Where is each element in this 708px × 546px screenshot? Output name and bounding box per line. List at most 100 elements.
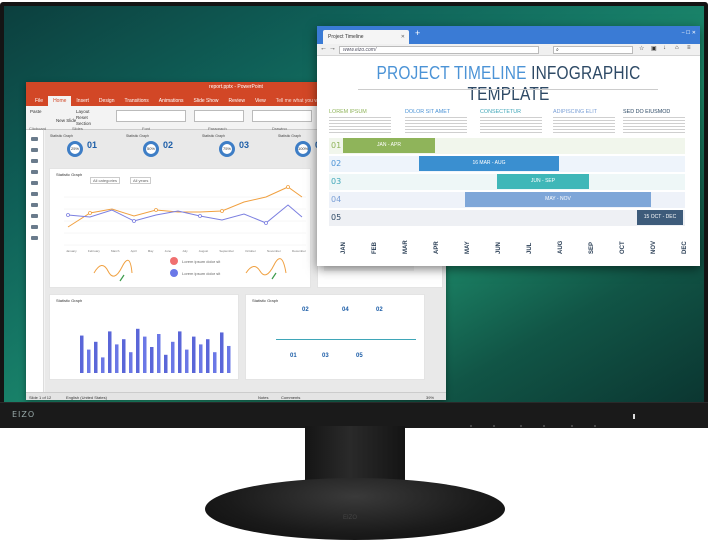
download-icon[interactable]: ↓ [663, 45, 666, 51]
ppt-tab-review[interactable]: Review [224, 96, 250, 106]
monitor-button[interactable] [520, 425, 523, 427]
power-led-icon[interactable] [633, 414, 635, 419]
bar-mark [178, 331, 182, 373]
back-arrow-icon[interactable]: ← [320, 45, 327, 52]
ppt-tab-home[interactable]: Home [48, 96, 72, 106]
ppt-tab-animations[interactable]: Animations [154, 96, 189, 106]
clipboard-icon[interactable]: ▣ [651, 45, 657, 52]
browser-window[interactable]: Project Timeline ✕ + – ☐ ✕ ← → www.eizo.… [317, 26, 700, 266]
month-label: FEB [372, 242, 378, 254]
ppt-tab-insert[interactable]: Insert [71, 96, 94, 106]
star-icon[interactable]: ☆ [639, 45, 644, 52]
bar-mark [150, 347, 154, 373]
column-heading: LOREM IPSUM [329, 109, 367, 115]
placeholder-text [623, 117, 685, 133]
monitor-button[interactable] [570, 425, 573, 427]
layout-button[interactable]: Layout [76, 109, 90, 114]
comments-button[interactable]: Comments [281, 395, 300, 400]
paste-button[interactable]: Paste [30, 109, 42, 114]
kpi-card: Statistic Graph 50% 02 [125, 132, 197, 162]
bar-chart-svg [80, 328, 231, 373]
placeholder-text [405, 117, 467, 133]
tick-label: January [66, 249, 77, 253]
bar-mark [199, 344, 203, 373]
tool-icon[interactable] [31, 236, 38, 240]
month-label: JUL [527, 242, 533, 254]
tool-icon[interactable] [31, 192, 38, 196]
monitor-button[interactable] [470, 425, 472, 427]
row-number: 02 [331, 159, 342, 168]
close-tab-icon[interactable]: ✕ [401, 34, 405, 40]
column-heading: ADIPISCING ELIT [553, 109, 598, 115]
tool-icon[interactable] [31, 214, 38, 218]
tick-label: October [245, 249, 256, 253]
bar-mark [129, 352, 133, 373]
shapes-gallery[interactable] [252, 110, 312, 122]
tool-icon[interactable] [31, 170, 38, 174]
tick-label: March [111, 249, 120, 253]
row-number: 05 [331, 213, 342, 222]
monitor-button[interactable] [543, 425, 546, 427]
page-title: PROJECT TIMELINE INFOGRAPHIC TEMPLATE [344, 63, 673, 105]
tool-icon[interactable] [31, 203, 38, 207]
paragraph-controls[interactable] [194, 110, 244, 122]
tool-icon[interactable] [31, 181, 38, 185]
forward-arrow-icon[interactable]: → [329, 45, 336, 52]
bar-mark [227, 345, 231, 373]
gantt-row-bg [329, 210, 685, 226]
month-axis: January February March April May June Ju… [66, 249, 306, 253]
gantt-bar: JUN - SEP [497, 174, 589, 189]
reset-button[interactable]: Reset [76, 115, 88, 120]
month-label: JAN [341, 241, 347, 254]
column-heading: CONSECTETUR [480, 109, 522, 115]
monitor-button[interactable] [593, 425, 596, 427]
menu-icon[interactable]: ≡ [687, 45, 691, 51]
tool-icon[interactable] [31, 148, 38, 152]
search-box[interactable]: ⌕ [553, 46, 633, 54]
timeline-label: 01 [290, 353, 297, 359]
month-label: SEP [589, 241, 595, 254]
info-column: SED DO EIUSMOD [623, 109, 685, 133]
ppt-tab-design[interactable]: Design [94, 96, 120, 106]
bar-mark [80, 335, 84, 373]
browser-tab[interactable]: Project Timeline ✕ [323, 30, 409, 44]
timeline-label: 02 [376, 307, 383, 313]
browser-chrome: Project Timeline ✕ + – ☐ ✕ [317, 26, 700, 44]
bar-mark [171, 341, 175, 373]
info-column: ADIPISCING ELIT [553, 109, 615, 133]
font-controls[interactable] [116, 110, 186, 122]
ppt-tab-slideshow[interactable]: Slide Show [189, 96, 224, 106]
placeholder-text [553, 117, 615, 133]
bar-mark [108, 331, 112, 373]
address-bar[interactable]: www.eizo.com/ [339, 46, 539, 54]
row-number: 04 [331, 195, 342, 204]
tick-label: February [87, 249, 100, 253]
monitor-button[interactable] [493, 425, 495, 427]
tool-icon[interactable] [31, 225, 38, 229]
ppt-tab-view[interactable]: View [250, 96, 271, 106]
row-number: 01 [331, 141, 342, 150]
bar-mark [206, 339, 210, 373]
notes-button[interactable]: Notes [258, 395, 268, 400]
monitor-bezel: report.pptx - PowerPoint File Home Inser… [0, 2, 708, 428]
slide-thumbnail-pane[interactable] [26, 130, 44, 392]
language-indicator[interactable]: English (United States) [66, 395, 107, 400]
month-label: MAY [465, 241, 471, 254]
new-slide-button[interactable]: New Slide [56, 118, 76, 123]
kpi-ring: 100% [295, 141, 311, 157]
new-tab-icon[interactable]: + [415, 28, 420, 38]
zoom-level[interactable]: 39% [426, 395, 434, 400]
home-icon[interactable]: ⌂ [675, 45, 679, 51]
kpi-ring: 50% [143, 141, 159, 157]
tool-icon[interactable] [31, 137, 38, 141]
month-label: DEC [682, 241, 688, 254]
ppt-tab-file[interactable]: File [30, 96, 48, 106]
timeline-label: 05 [356, 353, 363, 359]
monitor-stand-base: EIZO [205, 478, 505, 540]
bar-mark [143, 336, 147, 373]
ppt-tab-transitions[interactable]: Transitions [120, 96, 154, 106]
chart-title: Statistic Graph [252, 298, 279, 303]
tool-icon[interactable] [31, 159, 38, 163]
kpi-title: Statistic Graph [202, 134, 225, 138]
window-controls-icon[interactable]: – ☐ ✕ [682, 30, 696, 36]
